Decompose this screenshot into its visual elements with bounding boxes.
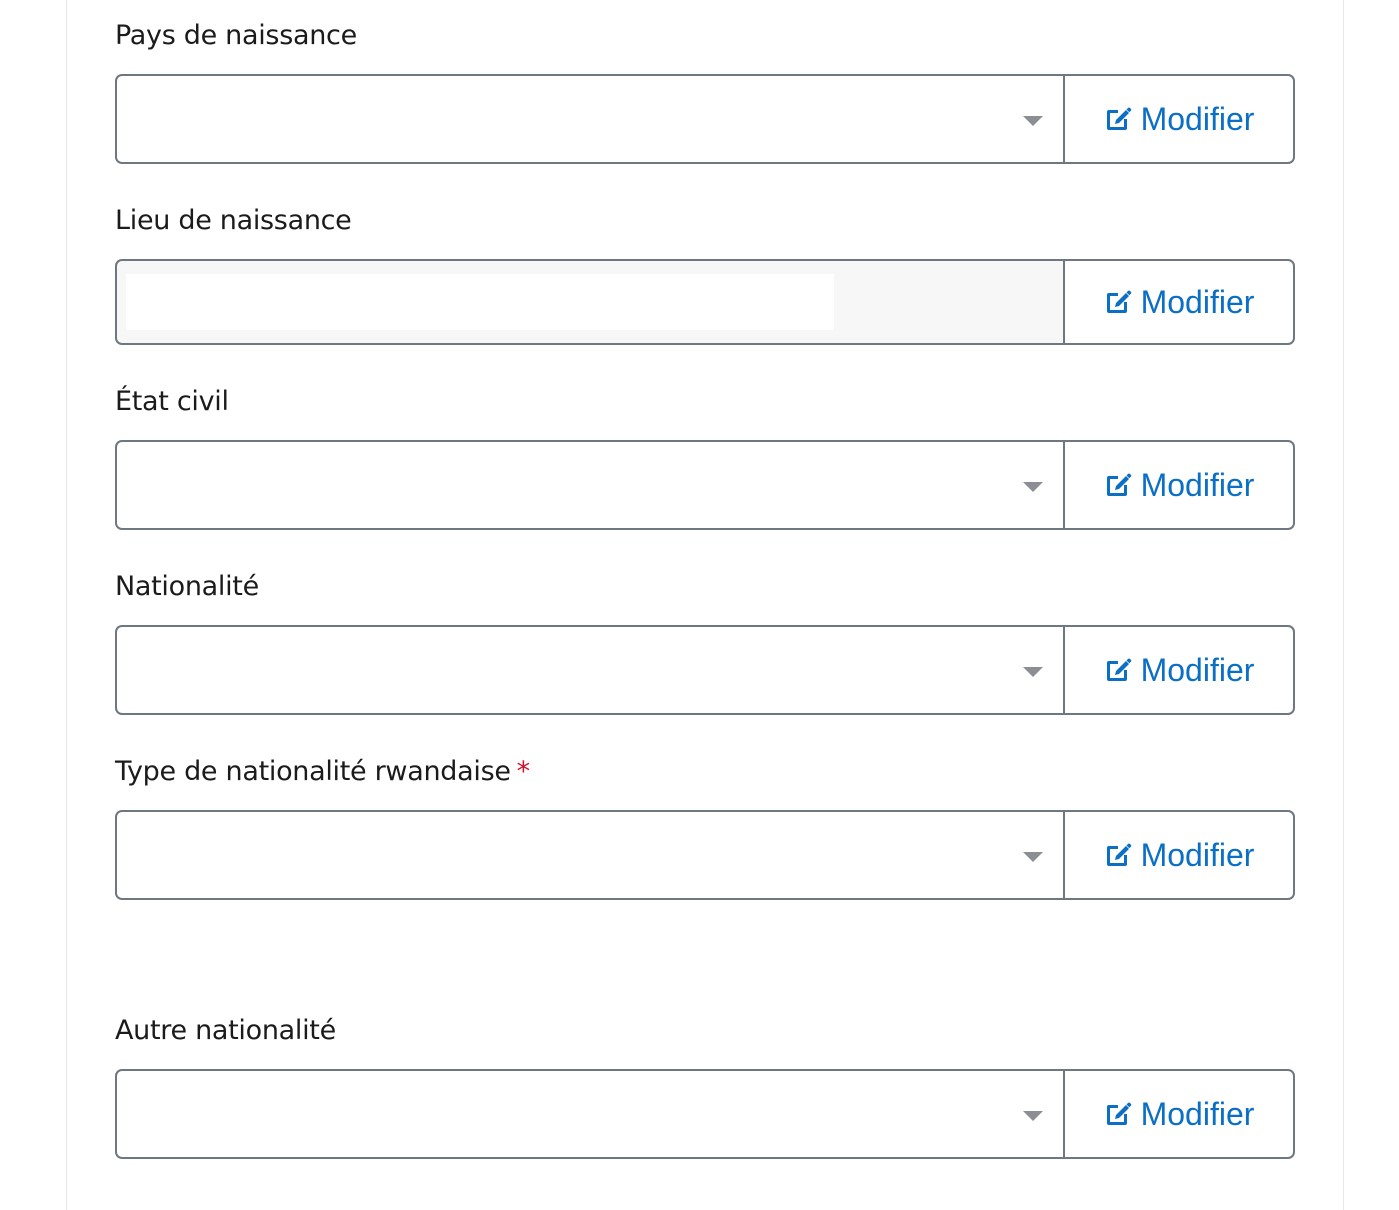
field-label-type-nationalite-rwandaise: Type de nationalité rwandaise * <box>115 756 530 787</box>
modify-button-label: Modifier <box>1140 100 1255 137</box>
edit-icon <box>1104 656 1132 684</box>
field-label-text: Type de nationalité rwandaise <box>115 756 511 787</box>
input-group-nationalite: Modifier <box>115 625 1295 715</box>
field-label-lieu-de-naissance: Lieu de naissance <box>115 205 352 236</box>
input-group-etat-civil: Modifier <box>115 440 1295 530</box>
modify-button-label: Modifier <box>1140 466 1255 503</box>
caret-down-icon <box>1023 667 1043 677</box>
field-label-text: Lieu de naissance <box>115 205 352 236</box>
modify-nationalite-button[interactable]: Modifier <box>1063 625 1295 715</box>
etat-civil-select[interactable] <box>115 440 1063 530</box>
field-label-text: Nationalité <box>115 571 259 602</box>
field-label-text: Pays de naissance <box>115 20 357 51</box>
autre-nationalite-select[interactable] <box>115 1069 1063 1159</box>
input-group-pays-de-naissance: Modifier <box>115 74 1295 164</box>
edit-icon <box>1104 1100 1132 1128</box>
field-label-pays-de-naissance: Pays de naissance <box>115 20 357 51</box>
page: Pays de naissance Modifier Lieu de naiss… <box>0 0 1399 1210</box>
caret-down-icon <box>1023 116 1043 126</box>
modify-etat-civil-button[interactable]: Modifier <box>1063 440 1295 530</box>
field-label-etat-civil: État civil <box>115 386 229 417</box>
modify-button-label: Modifier <box>1140 1095 1255 1132</box>
required-indicator: * <box>516 756 531 787</box>
modify-pays-de-naissance-button[interactable]: Modifier <box>1063 74 1295 164</box>
field-label-text: Autre nationalité <box>115 1015 336 1046</box>
type-nationalite-rwandaise-select[interactable] <box>115 810 1063 900</box>
input-group-lieu-de-naissance: Modifier <box>115 259 1295 345</box>
edit-icon <box>1104 841 1132 869</box>
caret-down-icon <box>1023 482 1043 492</box>
nationalite-select[interactable] <box>115 625 1063 715</box>
edit-icon <box>1104 288 1132 316</box>
modify-type-nationalite-rwandaise-button[interactable]: Modifier <box>1063 810 1295 900</box>
input-group-autre-nationalite: Modifier <box>115 1069 1295 1159</box>
field-label-nationalite: Nationalité <box>115 571 259 602</box>
field-label-autre-nationalite: Autre nationalité <box>115 1015 336 1046</box>
input-group-type-nationalite-rwandaise: Modifier <box>115 810 1295 900</box>
modify-autre-nationalite-button[interactable]: Modifier <box>1063 1069 1295 1159</box>
caret-down-icon <box>1023 1111 1043 1121</box>
lieu-de-naissance-field[interactable] <box>115 259 1063 345</box>
field-label-text: État civil <box>115 386 229 417</box>
modify-lieu-de-naissance-button[interactable]: Modifier <box>1063 259 1295 345</box>
lieu-de-naissance-text-area <box>126 274 834 330</box>
modify-button-label: Modifier <box>1140 836 1255 873</box>
edit-icon <box>1104 471 1132 499</box>
caret-down-icon <box>1023 852 1043 862</box>
modify-button-label: Modifier <box>1140 283 1255 320</box>
modify-button-label: Modifier <box>1140 651 1255 688</box>
edit-icon <box>1104 105 1132 133</box>
pays-de-naissance-select[interactable] <box>115 74 1063 164</box>
